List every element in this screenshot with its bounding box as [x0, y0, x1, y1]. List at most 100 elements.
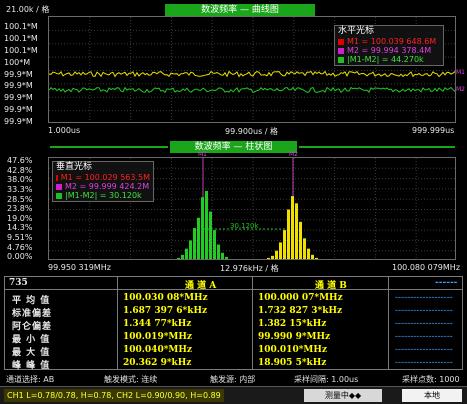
stat-value-c: -------------------	[395, 319, 453, 329]
stat-value-c: -------------------	[395, 358, 453, 368]
hist-y-tick-label: 47.6%	[7, 156, 33, 165]
diff-swatch	[338, 56, 344, 63]
trigger-mode[interactable]: 触发模式: 连续	[104, 374, 157, 385]
diff-swatch	[56, 192, 62, 199]
stat-value-a: 1.344 77*kHz	[123, 319, 192, 329]
local-button[interactable]: 本地	[402, 389, 462, 402]
top-plot-title: 数波频率 — 曲线图	[165, 4, 315, 16]
hist-delta-label: 30.120k	[230, 222, 259, 230]
histogram-bar	[213, 230, 216, 259]
sample-count: 735	[9, 278, 28, 288]
channel-select[interactable]: 通道选择: AB	[6, 374, 54, 385]
curve-x-left: 1.000us	[48, 126, 81, 135]
histogram-bar	[267, 257, 270, 259]
stat-value-b: 100.010*MHz	[258, 345, 327, 355]
hist-x-mid: 12.976kHz / 格	[220, 264, 279, 273]
horizontal-cursor-panel[interactable]: 水平光标 M1 = 100.039 648.6M M2 = 99.994 378…	[334, 25, 444, 66]
curve-x-right: 999.999us	[412, 126, 455, 135]
histogram-bar	[275, 250, 278, 259]
curve-y-tick-label: 100.1*M	[4, 22, 38, 31]
histogram-bar	[271, 255, 274, 259]
curve-y-tick-label: 99.9*M	[4, 69, 33, 79]
vertical-cursor-panel[interactable]: 垂直光标 M1 = 100.029 563.5M M2 = 99.999 424…	[52, 161, 154, 202]
curve-y-tick-label: 99.9*M	[4, 105, 33, 115]
vertical-cursor-diff: |M1-M2| = 30.120k	[65, 191, 142, 200]
statistics-row: 阿仑偏差 1.344 77*kHz 1.382 15*kHz ------------…	[5, 318, 462, 332]
hist-y-tick-label: 42.8%	[7, 165, 33, 175]
top-unit-label: 21.00k / 格	[6, 5, 50, 14]
histogram-bar	[221, 252, 224, 259]
curve-x-mid: 99.900us / 格	[225, 127, 279, 136]
curve-y-tick-label: 99.9*M	[4, 93, 33, 103]
horizontal-cursor-m2: M2 = 99.994 378.4M	[347, 46, 432, 55]
hist-plot-title: 数波频率 — 柱状图	[170, 141, 297, 153]
stat-value-c: -------------------	[395, 332, 453, 342]
statistics-row: 最 大 值 100.040*MHz 100.010*MHz -------------…	[5, 344, 462, 358]
stat-value-b: 99.990 9*MHz	[258, 332, 331, 342]
histogram-bars-channel-a	[177, 190, 228, 259]
histogram-bar	[283, 230, 286, 259]
vertical-cursor-m2: M2 = 99.999 424.2M	[65, 182, 150, 191]
curve-y-tick-label: 99.9*M	[4, 81, 33, 91]
hist-y-tick-label: 19.0%	[7, 213, 33, 223]
hist-y-tick-label: 0.00%	[7, 252, 33, 262]
trigger-source[interactable]: 触发源: 内部	[210, 374, 255, 385]
horizontal-cursor-m1: M1 = 100.039 648.6M	[347, 37, 437, 46]
measuring-indicator: 测量中◆◆	[304, 389, 382, 402]
m1-swatch	[56, 174, 58, 181]
histogram-bar	[299, 221, 302, 259]
level-readout: CH1 L=0.78/0.78, H=0.78, CH2 L=0.90/0.90…	[4, 389, 224, 402]
hist-y-tick-label: 14.3%	[7, 223, 33, 233]
histogram-bar	[295, 203, 298, 259]
curve-y-tick-label: 100*M	[4, 57, 31, 67]
stat-value-b: 18.905 5*kHz	[258, 358, 327, 368]
histogram-bar	[185, 248, 188, 259]
statistics-row: 最 小 值 100.019*MHz 99.990 9*MHz ------------…	[5, 331, 462, 345]
histogram-bar	[189, 240, 192, 259]
histogram-bar	[217, 244, 220, 259]
stat-value-a: 20.362 9*kHz	[123, 358, 192, 368]
stat-value-a: 1.687 397 6*kHz	[123, 306, 208, 316]
statistics-row: 标准偏差 1.687 397 6*kHz 1.732 827 3*kHz ------…	[5, 305, 462, 319]
hist-title-left-line	[50, 146, 168, 148]
hist-y-tick-label: 9.51%	[7, 233, 33, 242]
hist-x-left: 99.950 319MHz	[48, 263, 111, 272]
stat-value-c: -------------------	[395, 293, 453, 303]
stat-value-a: 100.019*MHz	[123, 332, 192, 342]
channel-c-header: ------	[435, 278, 458, 288]
histogram-bar	[181, 254, 184, 259]
curve-marker-m1: M1	[456, 69, 465, 76]
hist-x-right: 100.080 079MHz	[392, 263, 461, 272]
histogram-bar	[201, 197, 204, 259]
stat-value-c: -------------------	[395, 345, 453, 355]
horizontal-cursor-title: 水平光标	[338, 26, 375, 36]
statistics-row: 峰 峰 值 20.362 9*kHz 18.905 5*kHz -----------…	[5, 357, 462, 371]
histogram-bar	[291, 196, 294, 259]
stat-value-a: 100.030 08*MHz	[123, 293, 208, 303]
statistics-header: 735 通 道 A 通 道 B ------	[5, 277, 462, 291]
histogram-bar	[311, 254, 314, 259]
histogram-bar	[209, 211, 212, 259]
stat-value-b: 1.382 15*kHz	[258, 319, 327, 329]
status-row: 通道选择: AB 触发模式: 连续 触发源: 内部 采样间隔: 1.00us 采…	[4, 373, 463, 385]
curve-y-tick-label: 99.9*M	[4, 117, 33, 127]
curve-y-tick-label: 100.1*M	[4, 45, 38, 55]
hist-y-tick-label: 23.8%	[7, 204, 33, 214]
sample-points[interactable]: 采样点数: 1000	[402, 374, 460, 385]
sample-interval[interactable]: 采样间隔: 1.00us	[294, 374, 358, 385]
stat-value-c: -------------------	[395, 306, 453, 316]
channel-b-header: 通 道 B	[315, 281, 347, 291]
vertical-cursor-title: 垂直光标	[56, 162, 93, 172]
statistics-table: 735 通 道 A 通 道 B ------ 平 均 值 100.030 08*M…	[4, 276, 463, 371]
histogram-bar	[279, 242, 282, 259]
m2-swatch	[338, 47, 344, 54]
curve-y-tick-label: 100.1*M	[4, 33, 38, 43]
histogram-bar	[315, 257, 318, 259]
stat-value-b: 100.000 07*MHz	[258, 293, 343, 303]
hist-y-tick-label: 38.0%	[7, 175, 33, 185]
histogram-bar	[303, 238, 306, 259]
histogram-bar	[205, 190, 208, 259]
hist-y-tick-label: 4.76%	[7, 242, 33, 252]
histogram-bar	[225, 256, 228, 259]
histogram-bar	[197, 217, 200, 259]
